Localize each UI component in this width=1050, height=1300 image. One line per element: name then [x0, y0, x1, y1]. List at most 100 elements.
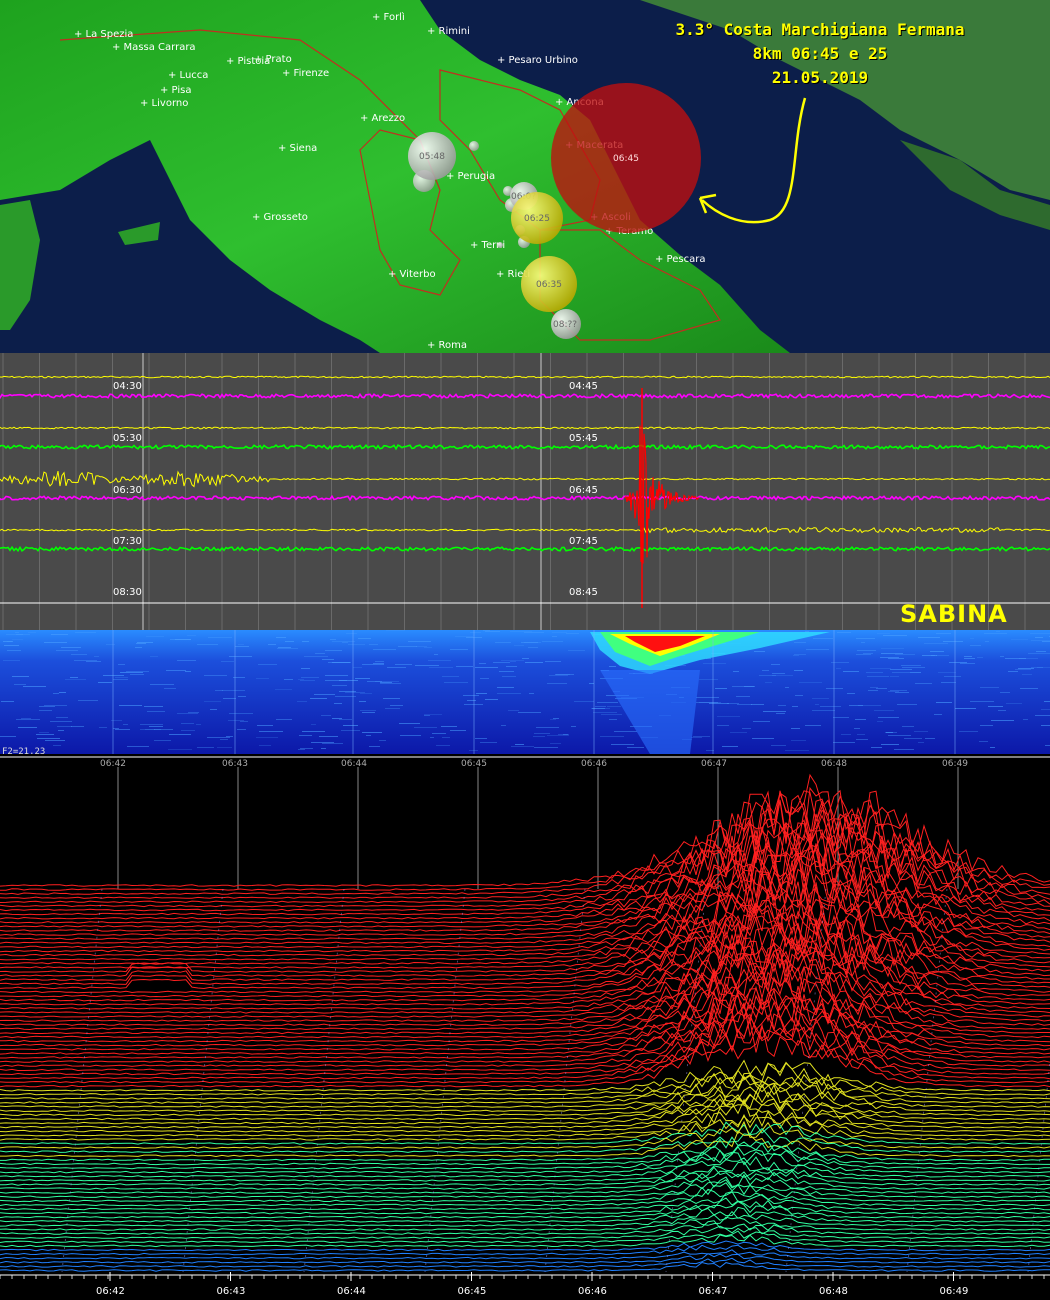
spectrogram-noise [276, 637, 286, 638]
spectrogram-noise [977, 657, 983, 658]
spectrogram-noise [791, 740, 806, 741]
spectrogram-noise [229, 656, 252, 657]
spectrogram-noise [302, 731, 325, 732]
spectrogram-noise [222, 690, 245, 691]
spectrogram-noise [890, 669, 912, 670]
spectrogram-noise [7, 650, 21, 651]
spectrogram-noise [311, 724, 316, 725]
spectrogram-noise [36, 734, 54, 735]
spectrogram-noise [71, 654, 87, 655]
spectrogram-noise [874, 710, 894, 711]
spectrogram-noise [383, 698, 400, 699]
spectrogram-noise [319, 736, 338, 737]
spectrogram-noise [944, 676, 961, 677]
spectrogram-time-label: 06:43 [222, 759, 248, 767]
caption-line-3: 21.05.2019 [771, 68, 869, 87]
spectrogram-noise [943, 641, 963, 642]
spectrogram-noise [524, 632, 544, 633]
spectrogram-noise [21, 718, 31, 719]
spectrogram-noise [833, 717, 849, 718]
spectrogram-noise [856, 638, 875, 639]
spectrogram-noise [886, 732, 893, 733]
spectrogram-noise [0, 736, 16, 737]
spectrogram-noise [12, 676, 29, 677]
spectrogram-noise [742, 728, 751, 729]
spectrogram-noise [794, 642, 806, 643]
spectrogram-noise [791, 728, 800, 729]
spectrogram-noise [414, 727, 437, 728]
seismogram-trace [0, 545, 1050, 553]
city-label: + Pesaro Urbino [497, 55, 578, 66]
spectrogram-noise [373, 649, 396, 650]
spectrogram-noise [56, 717, 68, 718]
spectrogram-noise [970, 645, 981, 646]
spectrogram-noise [177, 660, 196, 661]
spectrogram-noise [1045, 745, 1050, 746]
spectrogram-noise [297, 701, 307, 702]
spectrogram-noise [6, 634, 30, 635]
spectrogram-noise [717, 725, 729, 726]
spectrogram-noise [795, 695, 803, 696]
spectrogram-noise [693, 736, 710, 737]
spectrogram-noise [1036, 651, 1046, 652]
spectrogram-noise [217, 747, 232, 748]
spectrogram-noise [387, 667, 406, 668]
spectrogram-noise [137, 642, 153, 643]
spectrogram-noise [226, 736, 233, 737]
seismogram-trace [0, 494, 1050, 502]
spectrogram-noise [856, 739, 868, 740]
spectrogram-noise [432, 733, 446, 734]
spectrogram-noise [483, 630, 490, 631]
spectrogram-noise [120, 672, 143, 673]
spectrogram-noise [806, 649, 829, 650]
spectrogram-noise [833, 742, 855, 743]
spectrogram-noise [441, 726, 457, 727]
spectrogram-noise [342, 642, 348, 643]
spectrogram-noise [752, 738, 774, 739]
row-time-label-left: 08:30 [113, 587, 142, 598]
spectrogram-noise [70, 677, 78, 678]
spectrogram-noise [59, 692, 66, 693]
spectrogram-time-label: 06:47 [701, 759, 727, 767]
city-label: + Massa Carrara [112, 42, 196, 53]
spectrogram-noise [45, 740, 65, 741]
spectrogram-noise [235, 646, 249, 647]
spectrogram-noise [119, 705, 142, 706]
spectrogram-noise [470, 632, 481, 633]
spectrogram-noise [556, 674, 570, 675]
spectrogram-noise [534, 747, 558, 748]
spectrogram-noise [996, 631, 1000, 632]
spectrogram-noise [475, 738, 487, 739]
spectrogram-noise [118, 664, 125, 665]
spectrogram-noise [325, 680, 347, 681]
spectrogram-noise [65, 679, 86, 680]
spectrogram-noise [805, 725, 821, 726]
spectrogram-noise [529, 693, 534, 694]
spectrogram-noise [4, 645, 19, 646]
spectrogram-noise [733, 671, 739, 672]
spectrogram-noise [690, 630, 695, 631]
spectrogram-noise [343, 725, 358, 726]
spectrogram-noise [86, 661, 101, 662]
spectrogram-noise [508, 710, 519, 711]
spectrogram-noise [149, 726, 163, 727]
spectrogram-noise [390, 705, 403, 706]
spectrogram-noise [970, 638, 974, 639]
spectrogram-noise [238, 696, 246, 697]
spectrogram-noise [536, 727, 559, 728]
spectrogram-noise [74, 660, 97, 661]
spectrogram-noise [984, 633, 1007, 634]
spectrogram-noise [915, 683, 932, 684]
spectrogram-noise [221, 661, 234, 662]
spectrogram-noise [857, 650, 876, 651]
row-time-label-right: 08:45 [569, 587, 598, 598]
spectrogram-noise [1000, 656, 1004, 657]
spectrogram-noise [268, 644, 276, 645]
spectrogram-noise [375, 661, 384, 662]
spectrogram-noise [858, 705, 881, 706]
spectrogram-noise [589, 683, 594, 684]
spectrogram-noise [298, 679, 304, 680]
spectrogram-noise [867, 676, 889, 677]
row-time-label-left: 07:30 [113, 536, 142, 547]
spectrogram-noise [28, 632, 36, 633]
